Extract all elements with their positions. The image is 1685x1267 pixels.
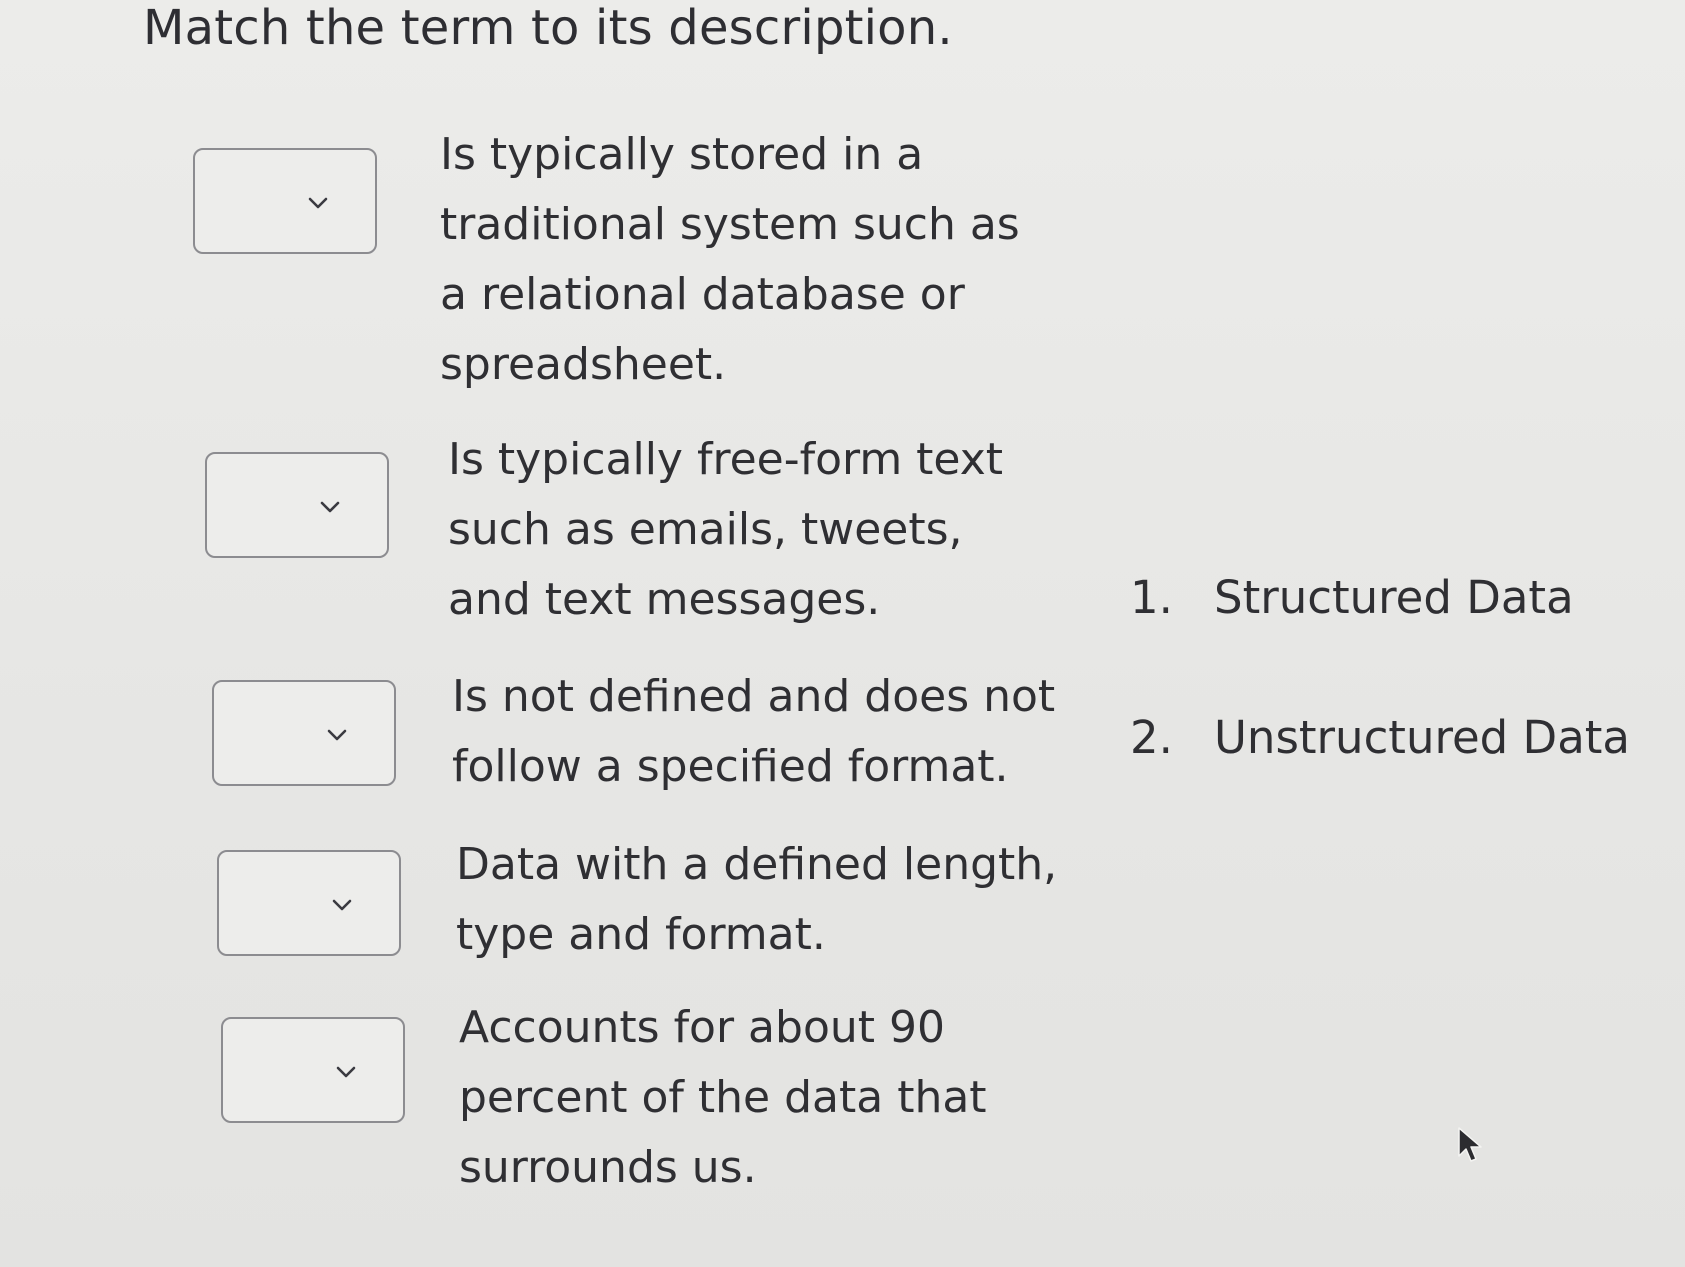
match-select-5[interactable]: [221, 1017, 405, 1123]
match-select-2[interactable]: [205, 452, 389, 558]
chevron-down-icon: [319, 496, 341, 518]
description-3: Is not defined and does not follow a spe…: [452, 671, 1056, 792]
term-number: 1.: [1130, 571, 1173, 624]
match-select-3[interactable]: [212, 680, 396, 786]
chevron-down-icon: [335, 1061, 357, 1083]
term-item-1: 1. Structured Data: [1130, 570, 1574, 626]
question-page: Match the term to its description. Is ty…: [0, 0, 1685, 1267]
chevron-down-icon: [326, 724, 348, 746]
match-select-1[interactable]: [193, 148, 377, 254]
match-select-4[interactable]: [217, 850, 401, 956]
term-number: 2.: [1130, 711, 1173, 764]
description-5: Accounts for about 90 percent of the dat…: [459, 1002, 987, 1193]
term-label: Structured Data: [1214, 571, 1574, 624]
term-item-2: 2. Unstructured Data: [1130, 710, 1630, 766]
description-4: Data with a defined length, type and for…: [456, 839, 1058, 960]
term-label: Unstructured Data: [1214, 711, 1630, 764]
question-instruction: Match the term to its description.: [143, 0, 953, 56]
chevron-down-icon: [331, 894, 353, 916]
chevron-down-icon: [307, 192, 329, 214]
description-2: Is typically free-form text such as emai…: [448, 434, 1004, 625]
description-1: Is typically stored in a traditional sys…: [440, 129, 1020, 390]
mouse-pointer-icon: [1455, 1126, 1485, 1166]
